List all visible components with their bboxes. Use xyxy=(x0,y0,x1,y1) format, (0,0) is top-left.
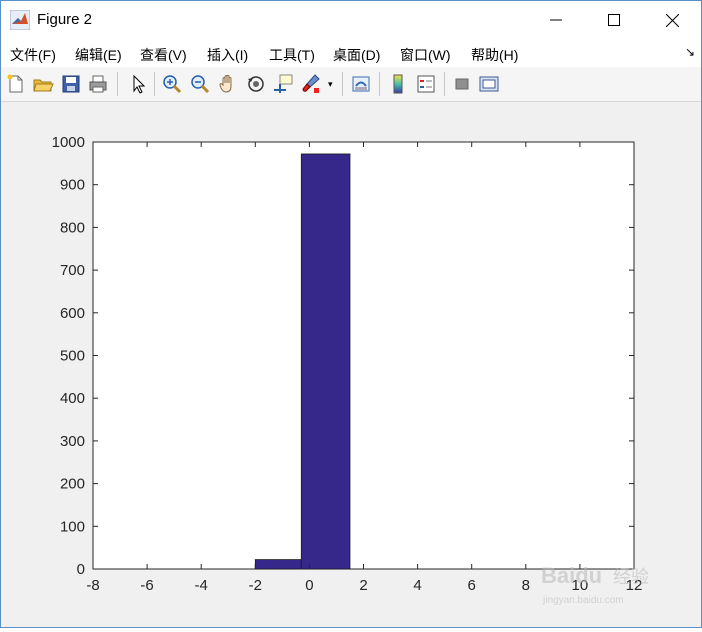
pointer-icon[interactable] xyxy=(127,73,149,95)
minimize-icon xyxy=(550,19,562,21)
x-tick-label: 6 xyxy=(468,577,476,594)
new-figure-icon[interactable] xyxy=(5,73,27,95)
show-plot-tools-icon[interactable] xyxy=(478,73,500,95)
maximize-button[interactable] xyxy=(591,1,637,39)
y-tick-label: 200 xyxy=(60,476,85,493)
menu-insert[interactable]: 插入(I) xyxy=(207,45,248,65)
toolbar-separator xyxy=(342,72,343,96)
toolbar-separator xyxy=(444,72,445,96)
y-tick-label: 100 xyxy=(60,518,85,535)
minimize-button[interactable] xyxy=(533,1,579,39)
menu-file[interactable]: 文件(F) xyxy=(10,45,56,65)
figure-window: Figure 2 文件(F) 编辑(E) 查看(V) 插入(I) 工具(T) 桌… xyxy=(0,0,702,628)
baidu-watermark: Baidu 经验 jingyan.baidu.com xyxy=(541,549,671,609)
window-title: Figure 2 xyxy=(37,11,93,28)
x-tick-label: -8 xyxy=(86,577,99,594)
x-tick-label: 0 xyxy=(305,577,313,594)
menu-desktop[interactable]: 桌面(D) xyxy=(333,45,380,65)
toolbar-separator xyxy=(154,72,155,96)
menu-tools[interactable]: 工具(T) xyxy=(269,45,315,65)
open-file-icon[interactable] xyxy=(32,73,54,95)
link-plot-icon[interactable] xyxy=(350,73,372,95)
toolbar-separator xyxy=(379,72,380,96)
colorbar-icon[interactable] xyxy=(387,73,409,95)
x-tick-label: 8 xyxy=(522,577,530,594)
close-icon xyxy=(665,13,679,27)
histogram-bar-0 xyxy=(254,559,302,570)
close-button[interactable] xyxy=(649,1,695,39)
x-tick-label: 4 xyxy=(413,577,421,594)
brush-icon[interactable] xyxy=(300,73,322,95)
data-cursor-icon[interactable] xyxy=(272,73,294,95)
y-tick-label: 1000 xyxy=(52,134,85,151)
y-tick-label: 900 xyxy=(60,177,85,194)
watermark-text: 经验 xyxy=(613,567,649,587)
maximize-icon xyxy=(608,14,620,26)
watermark-url: jingyan.baidu.com xyxy=(542,595,624,606)
y-tick-label: 500 xyxy=(60,348,85,365)
y-tick-label: 700 xyxy=(60,262,85,279)
y-tick-label: 600 xyxy=(60,305,85,322)
y-tick-label: 400 xyxy=(60,390,85,407)
axes-background xyxy=(92,141,635,570)
brush-dropdown-icon[interactable]: ▾ xyxy=(328,79,333,90)
dock-arrow-icon[interactable]: ↘ xyxy=(685,45,695,59)
menu-view[interactable]: 查看(V) xyxy=(140,45,187,65)
x-tick-label: 2 xyxy=(359,577,367,594)
x-tick-label: -6 xyxy=(140,577,153,594)
zoom-in-icon[interactable] xyxy=(161,73,183,95)
menu-help[interactable]: 帮助(H) xyxy=(471,45,518,65)
menu-edit[interactable]: 编辑(E) xyxy=(75,45,122,65)
y-tick-label: 0 xyxy=(77,561,85,578)
x-tick-label: -4 xyxy=(195,577,208,594)
toolbar: ▾ xyxy=(1,67,701,102)
zoom-out-icon[interactable] xyxy=(189,73,211,95)
toolbar-separator xyxy=(117,72,118,96)
matlab-logo-icon xyxy=(10,10,30,30)
menu-bar: 文件(F) 编辑(E) 查看(V) 插入(I) 工具(T) 桌面(D) 窗口(W… xyxy=(1,39,701,67)
rotate-3d-icon[interactable] xyxy=(245,73,267,95)
histogram-bar-1 xyxy=(300,153,351,570)
title-bar: Figure 2 xyxy=(1,1,701,39)
watermark-brand: Baidu xyxy=(541,563,602,588)
hide-plot-tools-icon[interactable] xyxy=(451,73,473,95)
y-tick-label: 800 xyxy=(60,219,85,236)
pan-icon[interactable] xyxy=(217,73,239,95)
save-icon[interactable] xyxy=(60,73,82,95)
menu-window[interactable]: 窗口(W) xyxy=(400,45,451,65)
y-tick-label: 300 xyxy=(60,433,85,450)
legend-icon[interactable] xyxy=(415,73,437,95)
print-icon[interactable] xyxy=(87,73,109,95)
x-tick-label: -2 xyxy=(249,577,262,594)
